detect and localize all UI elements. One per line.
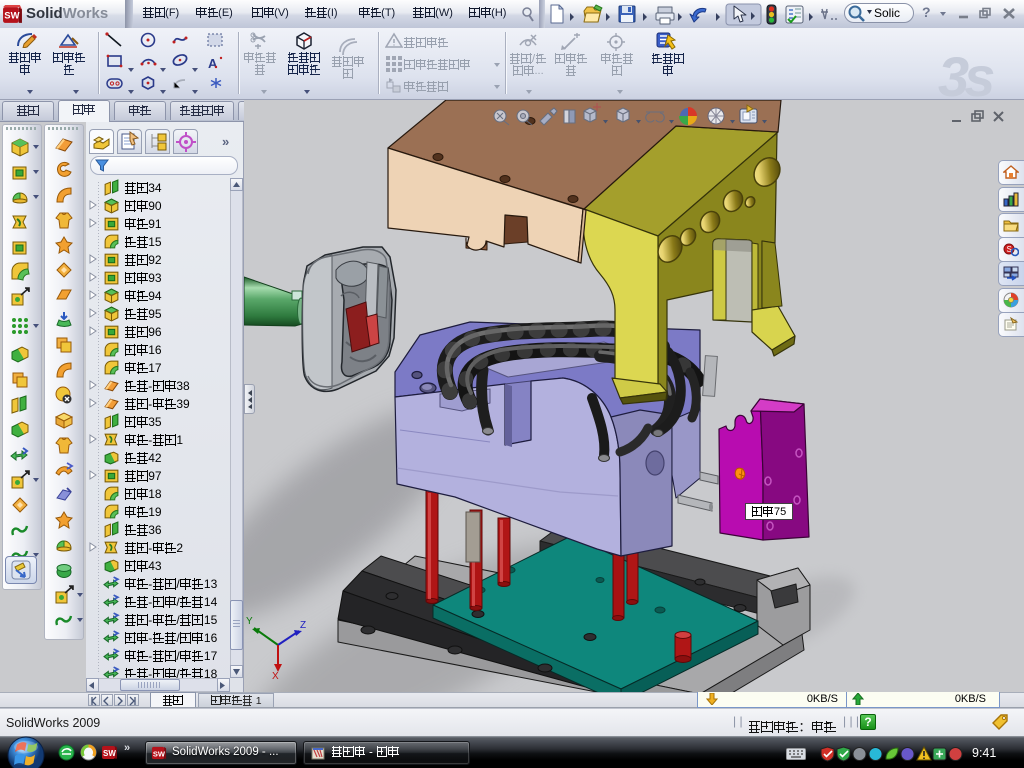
svg-text:X: X [272,671,279,682]
svg-text:SW: SW [103,749,116,758]
svg-text:Z: Z [300,620,306,631]
svg-text:A: A [208,56,218,71]
svg-text:SW: SW [153,749,166,758]
svg-text:SW: SW [4,11,19,22]
svg-text:Y: Y [246,616,253,627]
